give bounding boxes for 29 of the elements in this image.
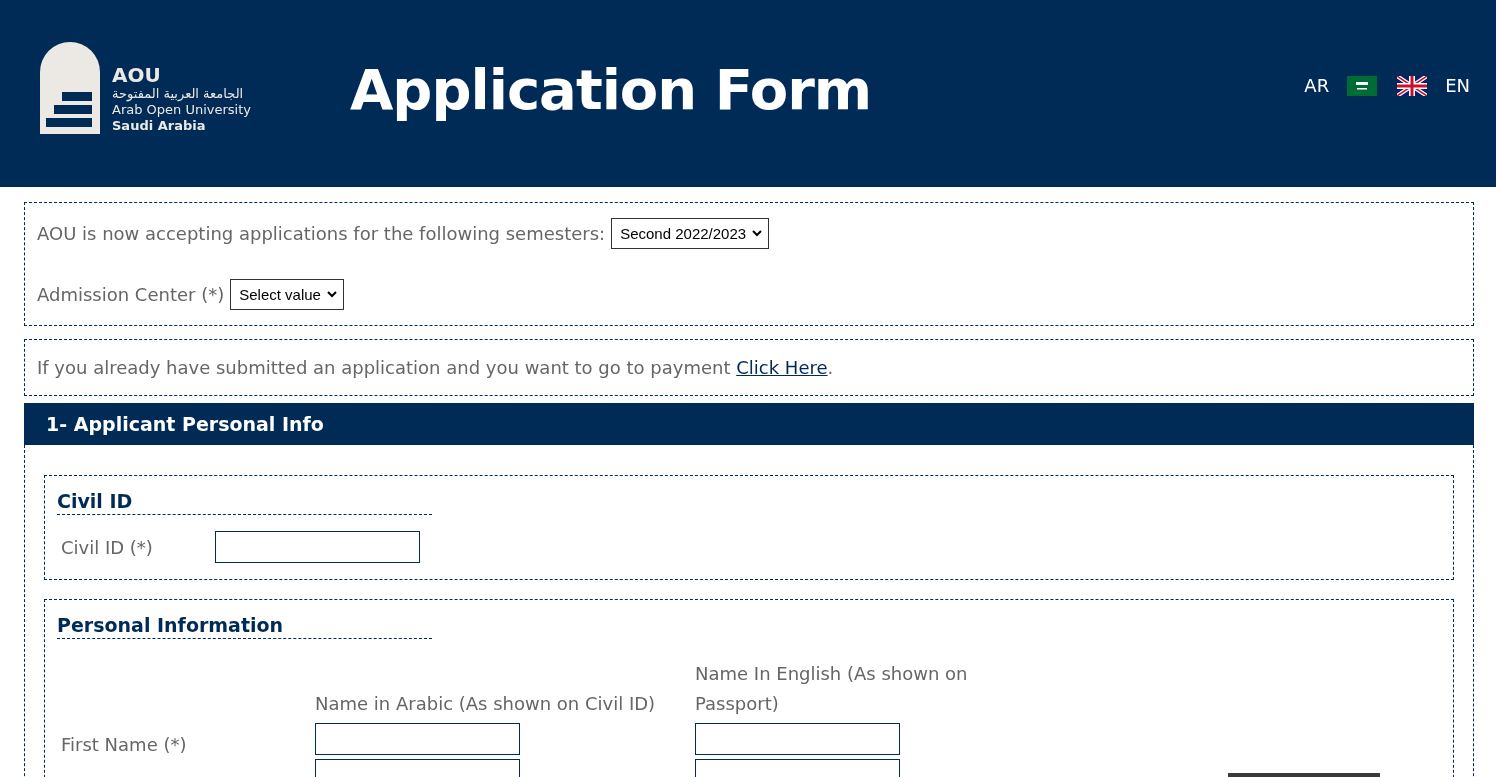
payment-notice-text: If you already have submitted an application and you want to go to payment <box>37 357 732 378</box>
group-title: Personal Information <box>57 614 432 639</box>
logo-university-name: Arab Open University <box>112 101 252 118</box>
logo-country: Saudi Arabia <box>112 117 207 134</box>
arabic-name-input[interactable] <box>315 723 520 755</box>
admission-center-label: Admission Center (*) <box>37 284 225 305</box>
language-link[interactable]: AR <box>1304 75 1378 96</box>
notice-period: . <box>827 357 834 378</box>
saudi-flag-icon <box>1347 75 1378 96</box>
arch-logo-icon <box>40 41 100 134</box>
language-link[interactable]: EN <box>1397 75 1470 96</box>
field-label: Civil ID (*) <box>61 536 154 558</box>
uk-flag-icon <box>1397 75 1428 96</box>
admission-center-select[interactable]: Select value <box>230 279 344 310</box>
group-title: Civil ID <box>57 490 432 515</box>
logo-arabic-name: الجامعة العربية المفتوحة <box>112 85 245 102</box>
semester-label: AOU is now accepting applications for the following semesters: <box>37 223 606 244</box>
click-here-link[interactable]: Click Here <box>736 357 828 378</box>
chevron-down-icon <box>752 230 763 237</box>
logo-abbreviation: AOU <box>112 63 162 86</box>
section-header: 1- Applicant Personal Info <box>24 403 1474 445</box>
page-title: Application Form <box>350 57 872 122</box>
column-heading: Name In English (As shown on Passport) <box>695 662 969 716</box>
chevron-down-icon <box>326 291 337 298</box>
semester-select[interactable]: Second 2022/2023 <box>611 218 770 249</box>
english-name-input[interactable] <box>695 723 900 755</box>
field-label: First Name (*) <box>61 734 188 755</box>
column-heading: Name in Arabic (As shown on Civil ID) <box>315 692 657 716</box>
civil-id-input[interactable] <box>215 531 420 563</box>
